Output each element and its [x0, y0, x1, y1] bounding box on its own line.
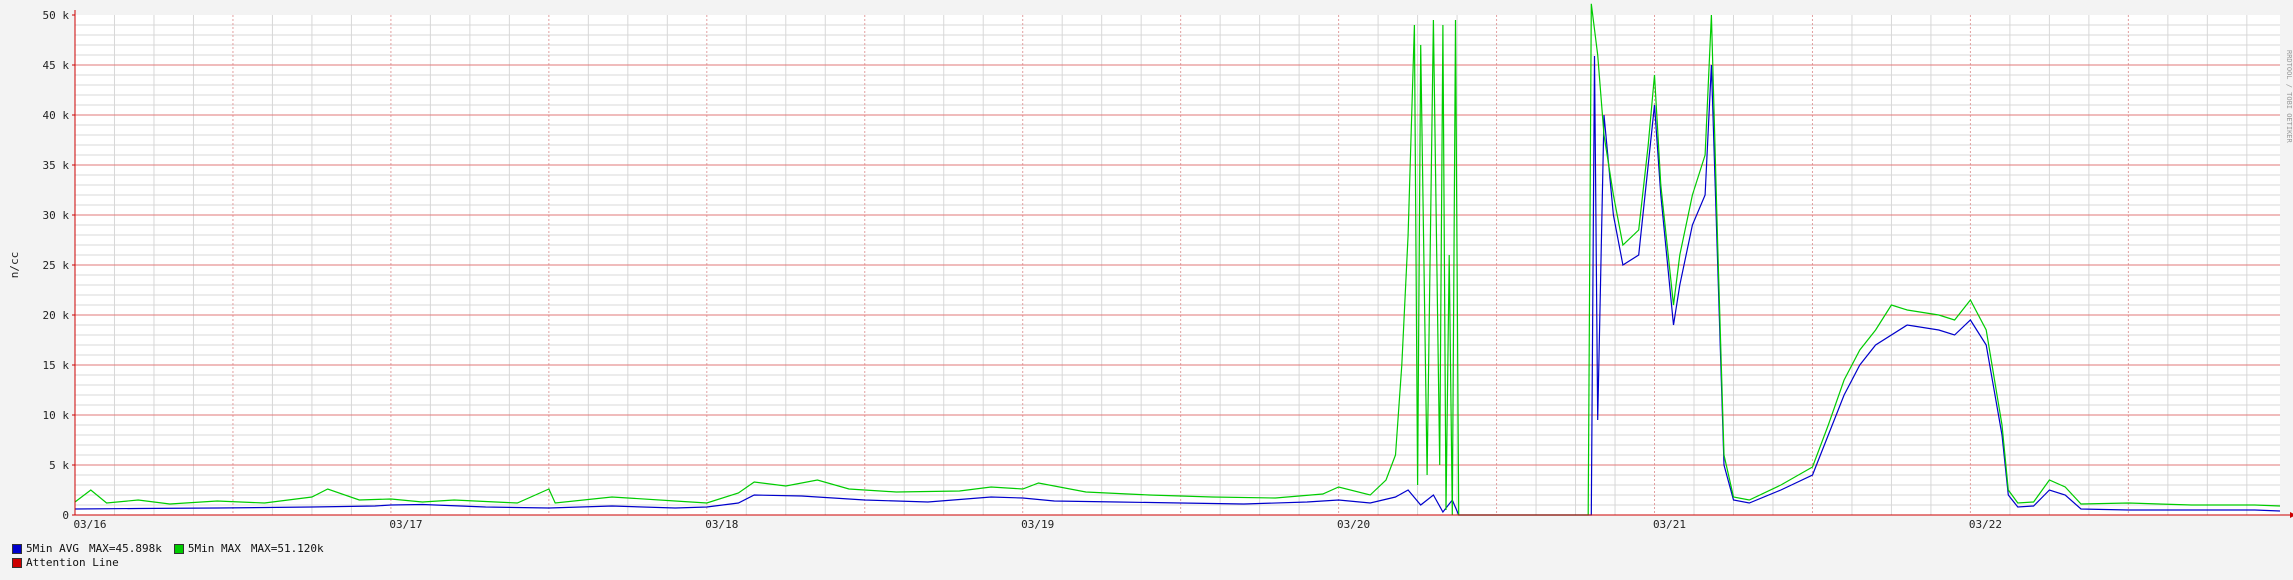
x-tick-label: 03/18 [705, 518, 738, 531]
x-tick-label: 03/16 [73, 518, 106, 531]
y-tick-label: 35 k [43, 159, 70, 172]
legend-item-max: 5Min MAX MAX=51.120k [173, 542, 324, 555]
legend-item-avg: 5Min AVG MAX=45.898k [12, 542, 162, 555]
y-tick-label: 50 k [43, 9, 70, 22]
legend-row-2: Attention Line [12, 556, 131, 569]
y-tick-label: 25 k [43, 259, 70, 272]
legend-max-max: MAX=51.120k [250, 542, 324, 555]
y-tick-label: 5 k [49, 459, 69, 472]
chart-svg: 0 5 k 10 k 15 k 20 k 25 k 30 k 35 k 40 k 45 k 50 k… [8, 3, 2293, 531]
x-tick-label: 03/19 [1021, 518, 1054, 531]
y-tick-label: 10 k [43, 409, 70, 422]
x-tick-label: 03/22 [1969, 518, 2002, 531]
legend-swatch-max [173, 543, 184, 554]
x-tick-label: 03/20 [1337, 518, 1370, 531]
legend-label-avg: 5Min AVG [26, 542, 79, 555]
legend-row-1: 5Min AVG MAX=45.898k 5Min MAX MAX=51.120… [12, 542, 336, 555]
y-tick-label: 45 k [43, 59, 70, 72]
legend-label-attention: Attention Line [26, 556, 119, 569]
legend-item-attention: Attention Line [12, 556, 119, 569]
y-tick-label: 20 k [43, 309, 70, 322]
y-tick-label: 0 [62, 509, 69, 522]
y-tick-label: 30 k [43, 209, 70, 222]
legend-swatch-attention [12, 557, 22, 568]
legend-max-avg: MAX=45.898k [88, 542, 162, 555]
x-tick-label: 03/21 [1653, 518, 1686, 531]
legend-label-max: 5Min MAX [187, 542, 241, 555]
x-tick-label: 03/17 [389, 518, 422, 531]
y-tick-label: 40 k [43, 109, 70, 122]
watermark-text: RRDTOOL / TOBI OETIKER [2285, 50, 2293, 144]
legend-swatch-avg [12, 543, 22, 554]
chart-root: 0 5 k 10 k 15 k 20 k 25 k 30 k 35 k 40 k 45 k 50 k… [0, 0, 2293, 576]
y-axis-label: n/cc [8, 252, 21, 279]
y-tick-label: 15 k [43, 359, 70, 372]
